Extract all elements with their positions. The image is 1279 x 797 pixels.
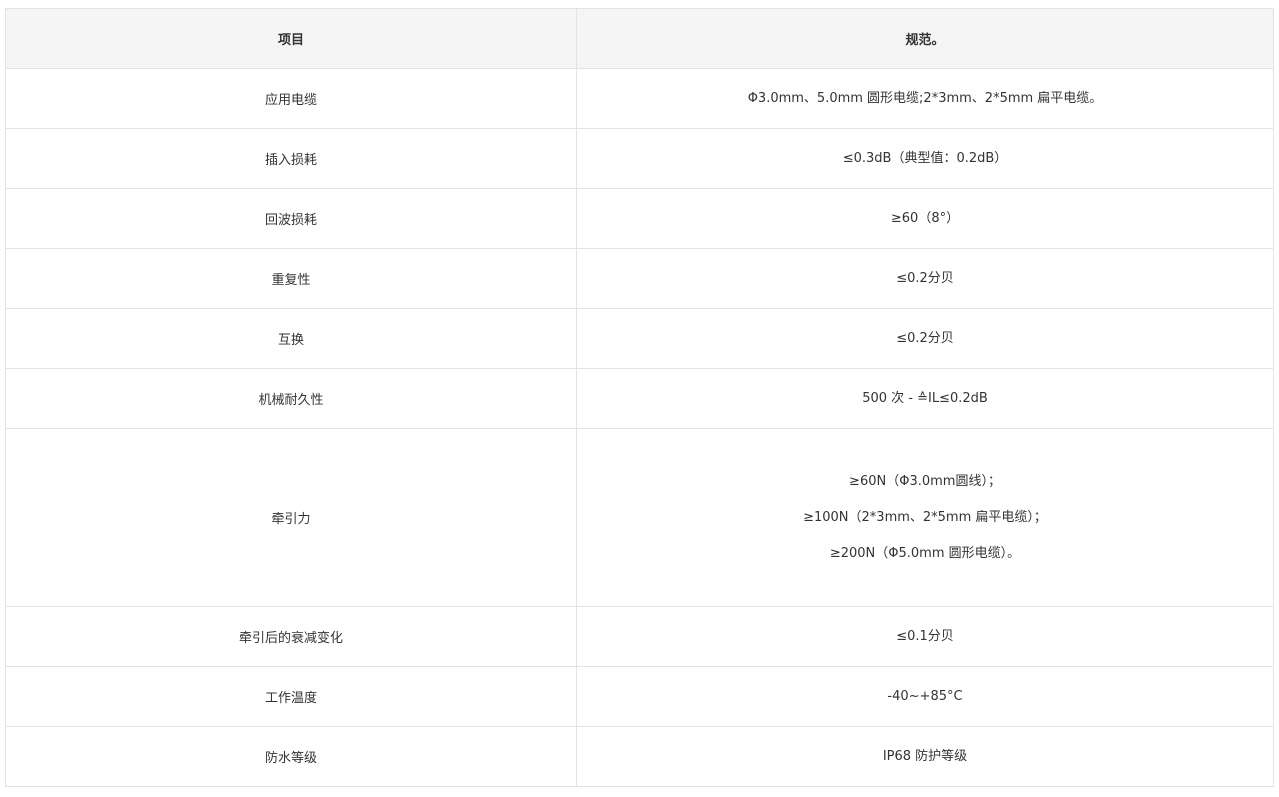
row-item-cell: 重复性 (5, 248, 577, 309)
row-spec-cell: ≤0.3dB（典型值：0.2dB） (576, 128, 1274, 189)
table-header-row: 项目 规范。 (5, 8, 1274, 69)
spec-line: 500 次 - ≙IL≤0.2dB (862, 390, 988, 406)
row-spec-cell: ≥60N（Φ3.0mm圆线）； ≥100N（2*3mm、2*5mm 扁平电缆）；… (576, 428, 1274, 607)
spec-line: -40~+85°C (887, 688, 963, 704)
row-spec-cell: -40~+85°C (576, 666, 1274, 727)
spec-line: ≥100N（2*3mm、2*5mm 扁平电缆）； (803, 509, 1047, 525)
row-item-cell: 牵引后的衰减变化 (5, 606, 577, 667)
row-item-cell: 防水等级 (5, 726, 577, 787)
row-item-cell: 工作温度 (5, 666, 577, 727)
table-row: 回波损耗 ≥60（8°） (5, 188, 1274, 249)
row-item-cell: 互换 (5, 308, 577, 369)
table-row: 工作温度 -40~+85°C (5, 666, 1274, 727)
row-item-cell: 应用电缆 (5, 68, 577, 129)
row-spec-cell: ≤0.2分贝 (576, 248, 1274, 309)
table-row: 防水等级 IP68 防护等级 (5, 726, 1274, 787)
table-row: 插入损耗 ≤0.3dB（典型值：0.2dB） (5, 128, 1274, 189)
spec-line: IP68 防护等级 (882, 748, 968, 764)
spec-line: ≥60N（Φ3.0mm圆线）； (849, 473, 1001, 489)
row-item-cell: 插入损耗 (5, 128, 577, 189)
table-row: 互换 ≤0.2分贝 (5, 308, 1274, 369)
table-row: 机械耐久性 500 次 - ≙IL≤0.2dB (5, 368, 1274, 429)
table-row: 应用电缆 Φ3.0mm、5.0mm 圆形电缆;2*3mm、2*5mm 扁平电缆。 (5, 68, 1274, 129)
row-item-cell: 机械耐久性 (5, 368, 577, 429)
spec-line: ≤0.2分贝 (896, 270, 954, 286)
row-spec-cell: Φ3.0mm、5.0mm 圆形电缆;2*3mm、2*5mm 扁平电缆。 (576, 68, 1274, 129)
row-spec-cell: 500 次 - ≙IL≤0.2dB (576, 368, 1274, 429)
spec-line: ≤0.1分贝 (896, 628, 954, 644)
spec-line: ≥60（8°） (890, 210, 960, 226)
row-spec-cell: IP68 防护等级 (576, 726, 1274, 787)
table-row: 重复性 ≤0.2分贝 (5, 248, 1274, 309)
row-spec-cell: ≤0.1分贝 (576, 606, 1274, 667)
spec-line: ≤0.2分贝 (896, 330, 954, 346)
spec-table: 项目 规范。 应用电缆 Φ3.0mm、5.0mm 圆形电缆;2*3mm、2*5m… (5, 8, 1274, 787)
table-row: 牵引力 ≥60N（Φ3.0mm圆线）； ≥100N（2*3mm、2*5mm 扁平… (5, 428, 1274, 607)
header-item: 项目 (5, 8, 577, 69)
row-spec-cell: ≥60（8°） (576, 188, 1274, 249)
spec-line: ≤0.3dB（典型值：0.2dB） (842, 150, 1008, 166)
table-row: 牵引后的衰减变化 ≤0.1分贝 (5, 606, 1274, 667)
header-spec: 规范。 (576, 8, 1274, 69)
row-item-cell: 牵引力 (5, 428, 577, 607)
spec-line: ≥200N（Φ5.0mm 圆形电缆）。 (829, 545, 1021, 561)
row-spec-cell: ≤0.2分贝 (576, 308, 1274, 369)
row-item-cell: 回波损耗 (5, 188, 577, 249)
spec-line: Φ3.0mm、5.0mm 圆形电缆;2*3mm、2*5mm 扁平电缆。 (747, 90, 1103, 106)
